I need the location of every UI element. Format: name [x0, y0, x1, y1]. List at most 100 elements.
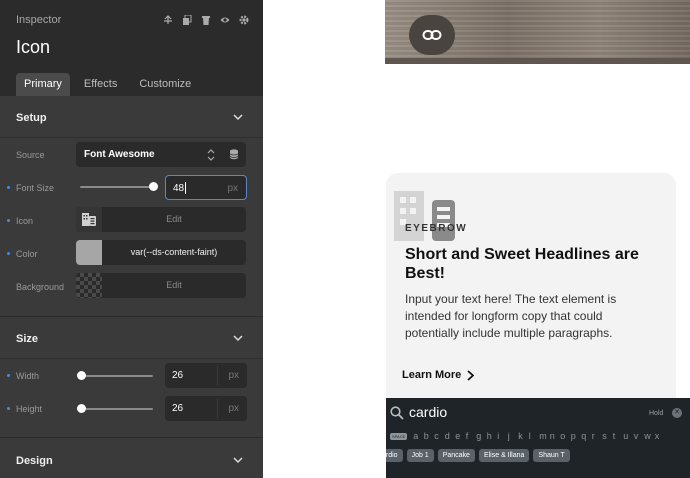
align-icon[interactable]	[163, 14, 173, 25]
height-slider[interactable]	[80, 408, 153, 410]
tab-primary[interactable]: Primary	[16, 73, 70, 96]
letter-key[interactable]: b	[424, 431, 435, 441]
letter-key[interactable]: r	[592, 431, 603, 441]
font-size-input[interactable]: 48 px	[165, 175, 247, 200]
eye-icon[interactable]	[220, 14, 230, 25]
letter-key[interactable]: u	[623, 431, 634, 441]
letter-index: SPACE abcdefghijklmnopqrstuvwx	[390, 431, 665, 441]
chevron-down-icon	[233, 114, 243, 121]
letter-key[interactable]: o	[560, 431, 571, 441]
trash-icon[interactable]	[201, 14, 211, 25]
letter-key[interactable]: i	[497, 431, 508, 441]
letter-key[interactable]: k	[518, 431, 529, 441]
transparent-swatch[interactable]	[76, 273, 102, 298]
search-query[interactable]: cardio	[409, 404, 447, 420]
divider	[217, 399, 218, 418]
suggestion-chip[interactable]: Elise & Illana	[478, 449, 530, 462]
section-size-header[interactable]: Size	[0, 319, 263, 359]
font-size-slider[interactable]	[80, 186, 153, 188]
width-label: Width	[16, 371, 40, 381]
suggestion-chip[interactable]: Job 1	[406, 449, 434, 462]
divider	[217, 366, 218, 385]
duplicate-icon[interactable]	[182, 14, 192, 25]
space-key[interactable]: SPACE	[390, 432, 408, 440]
width-slider[interactable]	[80, 375, 153, 377]
source-value: Font Awesome	[84, 149, 155, 160]
hero-edge	[385, 58, 690, 64]
modified-indicator	[7, 252, 10, 255]
letter-key[interactable]: g	[476, 431, 487, 441]
width-value: 26	[172, 370, 184, 381]
suggestion-chip[interactable]: Shaun T	[533, 449, 570, 462]
height-input[interactable]: 26 px	[165, 396, 247, 421]
color-picker[interactable]: var(--ds-content-faint)	[76, 240, 246, 265]
card-body: Input your text here! The text element i…	[405, 292, 617, 340]
gear-icon[interactable]	[239, 14, 249, 25]
modified-indicator	[7, 186, 10, 189]
section-design-title: Design	[16, 455, 53, 467]
background-edit: Edit	[166, 280, 182, 290]
chevron-down-icon	[233, 457, 243, 464]
letter-key[interactable]: h	[487, 431, 498, 441]
letter-key[interactable]: l	[529, 431, 540, 441]
modified-indicator	[7, 407, 10, 410]
width-input[interactable]: 26 px	[165, 363, 247, 388]
letter-key[interactable]: f	[466, 431, 477, 441]
letter-key[interactable]: a	[413, 431, 424, 441]
background-picker[interactable]: Edit	[76, 273, 246, 298]
font-size-slider-handle[interactable]	[149, 182, 158, 191]
color-value: var(--ds-content-faint)	[130, 247, 218, 257]
height-slider-handle[interactable]	[77, 404, 86, 413]
learn-more-link[interactable]: Learn More	[402, 369, 475, 381]
database-icon[interactable]	[229, 149, 239, 160]
height-value: 26	[172, 403, 184, 414]
suggestion-chip[interactable]: Pancake	[437, 449, 475, 462]
letter-key[interactable]: v	[634, 431, 645, 441]
letter-key[interactable]: p	[571, 431, 582, 441]
content-card[interactable]: EYEBROW Short and Sweet Headlines are Be…	[386, 173, 676, 398]
letter-key[interactable]: w	[644, 431, 655, 441]
letter-key[interactable]: c	[434, 431, 445, 441]
height-label: Height	[16, 404, 43, 414]
inspector-tabs: Primary Effects Customize	[16, 73, 205, 96]
divider	[0, 316, 263, 317]
letter-key[interactable]: t	[613, 431, 624, 441]
color-swatch[interactable]	[76, 240, 102, 265]
search-panel: cardio Hold ✕ SPACE abcdefghijklmnopqrst…	[386, 398, 690, 478]
width-slider-handle[interactable]	[77, 371, 86, 380]
close-icon[interactable]: ✕	[672, 408, 682, 418]
letter-key[interactable]: d	[445, 431, 456, 441]
modified-indicator	[7, 374, 10, 377]
letter-key[interactable]: s	[602, 431, 613, 441]
link-button[interactable]	[409, 15, 455, 55]
learn-more-label: Learn More	[402, 369, 462, 381]
text-caret	[185, 182, 186, 194]
font-size-label: Font Size	[16, 183, 55, 193]
inspector-header: Inspector Icon Primary Effects Customize	[0, 0, 263, 96]
icon-picker[interactable]: Edit	[76, 207, 246, 232]
icon-preview	[76, 207, 102, 232]
height-unit: px	[228, 403, 239, 414]
width-unit: px	[228, 370, 239, 381]
section-setup-header[interactable]: Setup	[0, 98, 263, 138]
tab-effects[interactable]: Effects	[76, 73, 125, 96]
letter-key[interactable]: j	[508, 431, 519, 441]
chevron-down-icon	[233, 335, 243, 342]
letter-key[interactable]: n	[550, 431, 561, 441]
section-setup-title: Setup	[16, 112, 47, 124]
hold-label: Hold	[649, 410, 664, 417]
tab-customize[interactable]: Customize	[131, 73, 199, 96]
chevron-right-icon	[467, 369, 475, 381]
letter-key[interactable]: x	[655, 431, 666, 441]
letter-key[interactable]: q	[581, 431, 592, 441]
section-design-header[interactable]: Design	[0, 441, 263, 478]
hero-image	[385, 0, 690, 64]
source-select[interactable]: Font Awesome	[76, 142, 246, 167]
letter-key[interactable]: m	[539, 431, 550, 441]
inspector-panel: Inspector Icon Primary Effects Customize	[0, 0, 263, 478]
suggestion-chip[interactable]: ardio	[386, 449, 403, 462]
icon-label: Icon	[16, 216, 34, 226]
color-label: Color	[16, 249, 38, 259]
letter-key[interactable]: e	[455, 431, 466, 441]
link-icon	[422, 30, 442, 40]
